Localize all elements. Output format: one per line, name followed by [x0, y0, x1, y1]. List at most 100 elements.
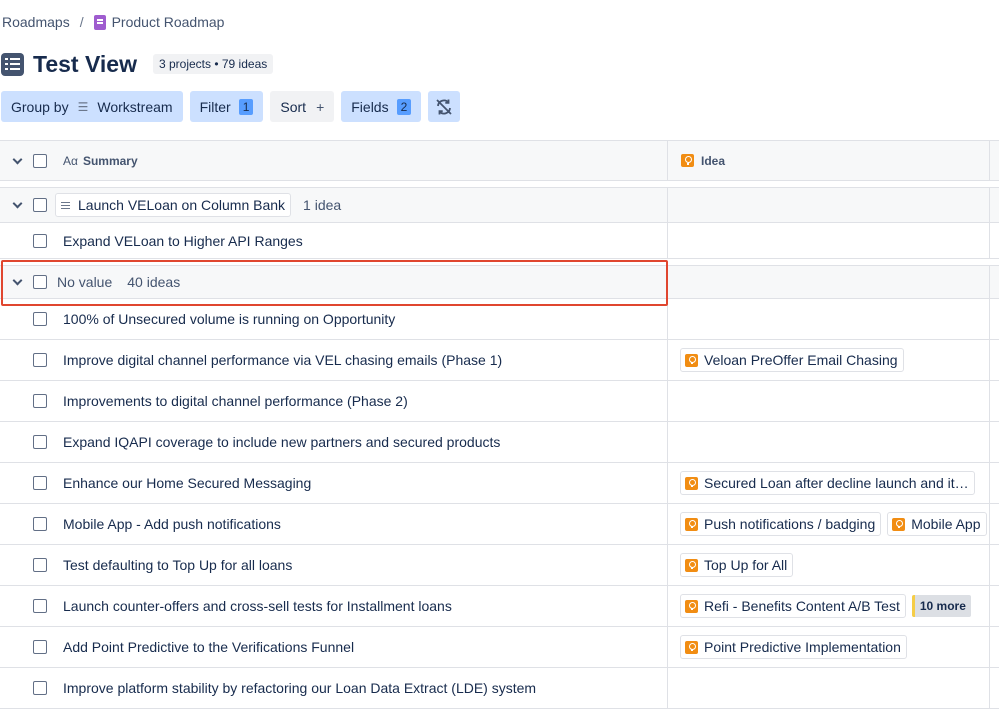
summary-cell: Enhance our Home Secured Messaging — [0, 463, 668, 503]
group-count: 1 idea — [303, 197, 342, 213]
table-row[interactable]: Improve platform stability by refactorin… — [0, 668, 999, 709]
idea-cell: Top Up for All — [668, 545, 990, 585]
table-row[interactable]: Expand IQAPI coverage to include new par… — [0, 422, 999, 463]
row-summary[interactable]: Launch counter-offers and cross-sell tes… — [63, 598, 452, 614]
summary-cell: Mobile App - Add push notifications — [0, 504, 668, 544]
roadmap-table: Aα Summary Idea Launch VELoan on Column … — [0, 140, 999, 709]
table-row[interactable]: Improve digital channel performance via … — [0, 340, 999, 381]
list-view-icon — [1, 52, 24, 76]
row-checkbox[interactable] — [33, 394, 47, 408]
idea-cell: Point Predictive Implementation — [668, 627, 990, 667]
breadcrumb-current-link[interactable]: Product Roadmap — [112, 14, 225, 30]
table-row[interactable]: Enhance our Home Secured Messaging Secure… — [0, 463, 999, 504]
row-summary[interactable]: Improve digital channel performance via … — [63, 352, 502, 368]
group-checkbox[interactable] — [33, 198, 47, 212]
row-checkbox[interactable] — [33, 312, 47, 326]
idea-chip[interactable]: Top Up for All — [680, 553, 794, 577]
select-all-checkbox[interactable] — [33, 153, 47, 168]
filter-label: Filter — [199, 98, 231, 115]
group-by-label: Group by — [11, 98, 69, 115]
row-summary[interactable]: Mobile App - Add push notifications — [63, 516, 281, 532]
group-header: No value 40 ideas — [0, 265, 999, 299]
breadcrumb-roadmaps-link[interactable]: Roadmaps — [2, 14, 70, 30]
table-row[interactable]: Expand VELoan to Higher API Ranges — [0, 223, 999, 259]
table-row[interactable]: Test defaulting to Top Up for all loans T… — [0, 545, 999, 586]
idea-icon — [685, 517, 698, 531]
idea-cell — [668, 299, 990, 339]
group-rows: 100% of Unsecured volume is running on O… — [0, 299, 999, 709]
row-checkbox[interactable] — [33, 681, 47, 695]
row-checkbox[interactable] — [33, 476, 47, 490]
row-summary[interactable]: Improve platform stability by refactorin… — [63, 680, 536, 696]
summary-column-header[interactable]: Aα Summary — [0, 141, 668, 180]
idea-chip[interactable]: Push notifications / badging — [680, 512, 882, 536]
group-header-idea-cell — [668, 188, 990, 222]
row-summary[interactable]: Add Point Predictive to the Verification… — [63, 639, 354, 655]
idea-chip-label: Push notifications / badging — [704, 516, 876, 532]
idea-chip-label: Top Up for All — [704, 557, 788, 573]
summary-cell: 100% of Unsecured volume is running on O… — [0, 299, 668, 339]
row-checkbox[interactable] — [33, 233, 47, 248]
row-checkbox[interactable] — [33, 353, 47, 367]
summary-cell: Launch counter-offers and cross-sell tes… — [0, 586, 668, 626]
summary-cell: Improvements to digital channel performa… — [0, 381, 668, 421]
collapse-all-chevron-icon[interactable] — [13, 155, 23, 165]
idea-chip[interactable]: Veloan PreOffer Email Chasing — [680, 348, 904, 372]
idea-icon — [685, 599, 698, 613]
toolbar: Group by ☰ Workstream Filter 1 Sort + Fi… — [1, 91, 467, 122]
idea-cell: Veloan PreOffer Email Chasing — [668, 340, 990, 380]
row-summary[interactable]: 100% of Unsecured volume is running on O… — [63, 311, 395, 327]
group-header-summary-cell: No value 40 ideas — [0, 266, 668, 298]
table-row[interactable]: Mobile App - Add push notifications Push … — [0, 504, 999, 545]
idea-chip-label: Refi - Benefits Content A/B Test — [704, 598, 900, 614]
sync-off-button[interactable] — [428, 91, 461, 122]
fields-button[interactable]: Fields 2 — [341, 91, 422, 122]
group-by-value: Workstream — [97, 98, 173, 115]
row-summary[interactable]: Enhance our Home Secured Messaging — [63, 475, 311, 491]
summary-header-text: Summary — [82, 153, 138, 168]
summary-cell: Test defaulting to Top Up for all loans — [0, 545, 668, 585]
workstream-pill[interactable]: Launch VELoan on Column Bank — [55, 193, 292, 217]
idea-chip[interactable]: Mobile App — [887, 512, 987, 536]
row-checkbox[interactable] — [33, 599, 47, 613]
summary-cell: Add Point Predictive to the Verification… — [0, 627, 668, 667]
workstream-icon: ☰ — [77, 99, 89, 114]
table-header: Aα Summary Idea — [0, 140, 999, 181]
row-summary[interactable]: Expand IQAPI coverage to include new par… — [63, 434, 500, 450]
filter-count-badge: 1 — [238, 98, 254, 115]
summary-header-label: Aα Summary — [63, 154, 138, 168]
row-summary[interactable]: Test defaulting to Top Up for all loans — [63, 557, 292, 573]
group-collapse-chevron-icon[interactable] — [13, 199, 23, 209]
row-summary[interactable]: Improvements to digital channel performa… — [63, 393, 408, 409]
table-row[interactable]: Improvements to digital channel performa… — [0, 381, 999, 422]
sort-label: Sort — [280, 98, 307, 115]
idea-icon — [685, 558, 698, 572]
breadcrumb: Roadmaps / Product Roadmap — [2, 12, 224, 32]
row-checkbox[interactable] — [33, 517, 47, 531]
idea-header-text: Idea — [701, 153, 726, 168]
row-checkbox[interactable] — [33, 558, 47, 572]
row-checkbox[interactable] — [33, 435, 47, 449]
group-header-summary-cell: Launch VELoan on Column Bank 1 idea — [0, 188, 668, 222]
table-row[interactable]: Launch counter-offers and cross-sell tes… — [0, 586, 999, 627]
more-ideas-badge[interactable]: 10 more — [911, 595, 971, 617]
counts-badge: 3 projects • 79 ideas — [152, 54, 274, 74]
table-row[interactable]: Add Point Predictive to the Verification… — [0, 627, 999, 668]
table-row[interactable]: 100% of Unsecured volume is running on O… — [0, 299, 999, 340]
sort-button[interactable]: Sort + — [270, 91, 335, 122]
group-count: 40 ideas — [127, 274, 181, 290]
idea-icon — [685, 353, 698, 367]
idea-column-header[interactable]: Idea — [668, 141, 990, 180]
idea-chip[interactable]: Point Predictive Implementation — [680, 635, 907, 659]
idea-icon — [681, 154, 694, 167]
idea-chip[interactable]: Refi - Benefits Content A/B Test — [680, 594, 906, 618]
row-summary[interactable]: Expand VELoan to Higher API Ranges — [63, 233, 303, 249]
workstream-icon — [61, 201, 70, 210]
filter-button[interactable]: Filter 1 — [189, 91, 264, 122]
group-collapse-chevron-icon[interactable] — [13, 276, 23, 286]
idea-chip[interactable]: Secured Loan after decline launch and it… — [680, 471, 975, 495]
group-checkbox[interactable] — [33, 275, 47, 289]
idea-icon — [892, 517, 906, 531]
group-by-button[interactable]: Group by ☰ Workstream — [1, 91, 183, 122]
row-checkbox[interactable] — [33, 640, 47, 654]
